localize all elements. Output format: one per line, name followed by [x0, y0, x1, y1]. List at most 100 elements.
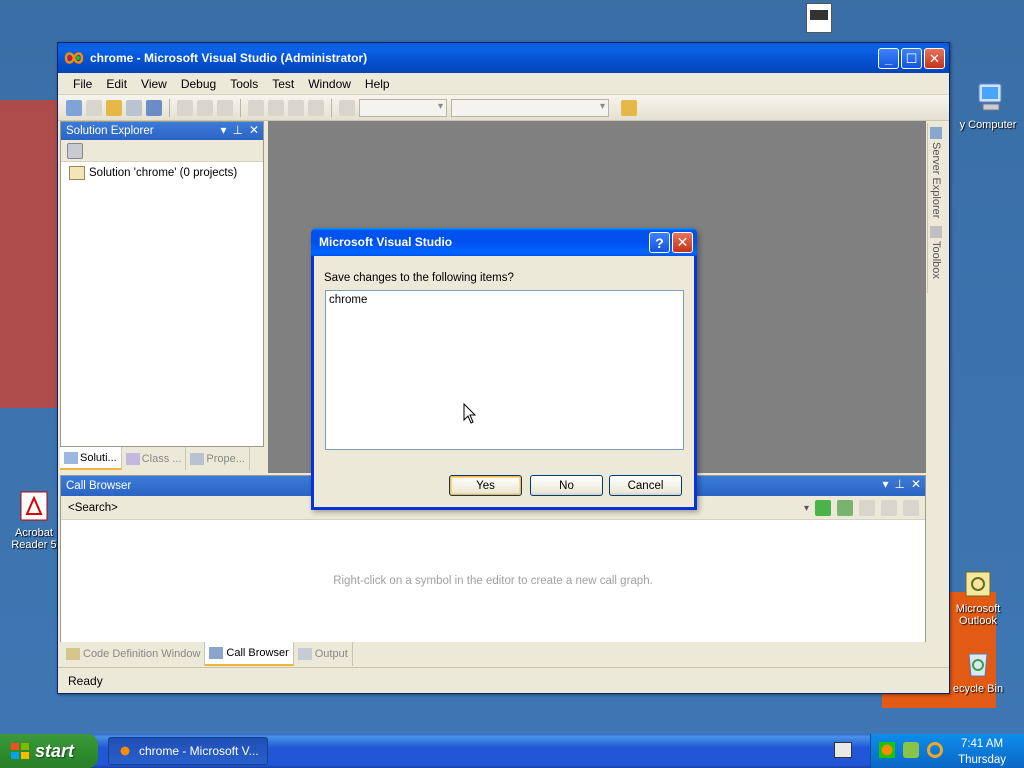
pin-icon[interactable]: ⊥: [232, 123, 242, 137]
tab-code-definition-window[interactable]: Code Definition Window: [62, 642, 206, 666]
solution-configuration-combo[interactable]: [359, 98, 447, 117]
taskbar-item-visual-studio[interactable]: chrome - Microsoft V...: [108, 737, 268, 765]
yes-button[interactable]: Yes: [449, 475, 522, 496]
desktop-background-artifact: [0, 100, 57, 408]
dropdown-icon[interactable]: ▾: [882, 477, 888, 491]
refresh-icon[interactable]: [837, 500, 853, 516]
tab-toolbox[interactable]: Toolbox: [928, 222, 944, 283]
paste-icon[interactable]: [217, 99, 233, 116]
start-button[interactable]: start: [0, 734, 98, 768]
call-browser-hint: Right-click on a symbol in the editor to…: [333, 575, 653, 587]
toolbar-separator: [240, 98, 241, 117]
recycle-bin-icon: [968, 653, 988, 677]
output-icon: [297, 648, 312, 660]
menu-help[interactable]: Help: [358, 75, 397, 93]
navigate-backward-icon[interactable]: [288, 99, 304, 116]
save-all-icon[interactable]: [146, 99, 162, 116]
menu-test[interactable]: Test: [265, 75, 301, 93]
menu-bar: File Edit View Debug Tools Test Window H…: [58, 73, 949, 95]
items-list[interactable]: chrome: [325, 290, 684, 450]
outlook-icon: [965, 571, 991, 597]
solution-explorer-toolbar: [61, 140, 263, 162]
solution-explorer-tabs: Soluti... Class ... Prope...: [60, 446, 264, 470]
tab-solution-explorer[interactable]: Soluti...: [60, 447, 122, 470]
callers-icon[interactable]: [859, 500, 875, 516]
help-icon: ?: [655, 234, 664, 251]
desktop-file-icon[interactable]: [806, 3, 832, 33]
menu-debug[interactable]: Debug: [174, 75, 223, 93]
save-icon[interactable]: [126, 99, 142, 116]
taskbar: start chrome - Microsoft V... 7:41 AM Th…: [0, 734, 1024, 768]
help-button[interactable]: ?: [649, 232, 670, 253]
dropdown-icon[interactable]: ▾: [804, 503, 809, 514]
cut-icon[interactable]: [177, 99, 193, 116]
menu-window[interactable]: Window: [301, 75, 358, 93]
close-button[interactable]: ✕: [924, 48, 945, 69]
tab-label: Prope...: [206, 452, 245, 465]
desktop-icon-recycle-bin[interactable]: ecycle Bin: [940, 648, 1016, 695]
no-button[interactable]: No: [530, 475, 603, 496]
task-label: chrome - Microsoft V...: [139, 744, 259, 758]
close-icon: ✕: [676, 234, 689, 250]
maximize-icon: ☐: [905, 50, 918, 66]
maximize-button[interactable]: ☐: [901, 48, 922, 69]
start-label: start: [35, 740, 75, 761]
tab-server-explorer[interactable]: Server Explorer: [928, 123, 944, 222]
list-item[interactable]: chrome: [329, 294, 680, 306]
properties-icon[interactable]: [67, 142, 83, 159]
properties-icon: [190, 452, 205, 465]
menu-edit[interactable]: Edit: [99, 75, 134, 93]
add-item-icon[interactable]: [86, 99, 102, 116]
menu-tools[interactable]: Tools: [223, 75, 265, 93]
clock-time: 7:41 AM: [960, 738, 1004, 750]
desktop-icon-label: ecycle Bin: [952, 683, 1004, 695]
pin-icon[interactable]: ⊥: [894, 477, 904, 491]
desktop-icon-outlook[interactable]: Microsoft Outlook: [940, 570, 1016, 627]
undo-icon[interactable]: [248, 99, 264, 116]
minimize-button[interactable]: _: [878, 48, 899, 69]
callees-icon[interactable]: [881, 500, 897, 516]
tab-label: Output: [314, 648, 348, 660]
start-debugging-icon[interactable]: [339, 99, 355, 116]
bottom-panel-tabs: Code Definition Window Call Browser Outp…: [60, 642, 926, 666]
tab-class-view[interactable]: Class ...: [122, 447, 187, 470]
menu-view[interactable]: View: [134, 75, 174, 93]
tab-properties[interactable]: Prope...: [186, 447, 250, 470]
close-icon[interactable]: ✕: [911, 477, 921, 491]
tab-output[interactable]: Output: [294, 642, 353, 666]
find-in-files-icon[interactable]: [621, 99, 637, 116]
search-icon[interactable]: [927, 742, 943, 758]
solution-platform-combo[interactable]: [451, 98, 609, 117]
visual-studio-tray-icon[interactable]: [879, 742, 895, 758]
close-icon[interactable]: ✕: [249, 123, 259, 137]
solution-icon: [69, 166, 85, 180]
tab-label: Toolbox: [930, 241, 942, 280]
open-folder-icon[interactable]: [106, 99, 122, 116]
redo-icon[interactable]: [268, 99, 284, 116]
desktop-icon-label: Microsoft: [955, 603, 1001, 615]
clock[interactable]: 7:41 AM Thursday: [958, 736, 1006, 768]
solution-node[interactable]: Solution 'chrome' (0 projects): [61, 162, 263, 184]
settings-icon[interactable]: [903, 500, 919, 516]
keyboard-icon[interactable]: [834, 742, 852, 758]
desktop-icon-my-computer[interactable]: y Computer: [950, 82, 1024, 131]
minimize-icon: _: [884, 51, 893, 66]
cancel-button[interactable]: Cancel: [609, 475, 682, 496]
navigate-forward-icon[interactable]: [308, 99, 324, 116]
status-text: Ready: [68, 673, 103, 688]
copy-icon[interactable]: [197, 99, 213, 116]
network-icon[interactable]: [903, 742, 919, 758]
window-titlebar[interactable]: chrome - Microsoft Visual Studio (Admini…: [58, 43, 949, 73]
go-arrow-icon[interactable]: [815, 500, 831, 516]
tab-label: Soluti...: [80, 451, 117, 464]
new-project-icon[interactable]: [66, 99, 82, 116]
dialog-close-button[interactable]: ✕: [672, 232, 693, 253]
search-combo[interactable]: <Search>: [68, 502, 118, 514]
tab-call-browser[interactable]: Call Browser: [205, 642, 294, 666]
menu-file[interactable]: File: [66, 75, 99, 93]
solution-label: Solution 'chrome' (0 projects): [89, 167, 238, 179]
panel-title: Call Browser: [66, 480, 132, 492]
dropdown-icon[interactable]: ▾: [220, 123, 226, 137]
windows-logo-icon: [11, 743, 29, 759]
dialog-titlebar[interactable]: Microsoft Visual Studio ? ✕: [311, 228, 697, 256]
